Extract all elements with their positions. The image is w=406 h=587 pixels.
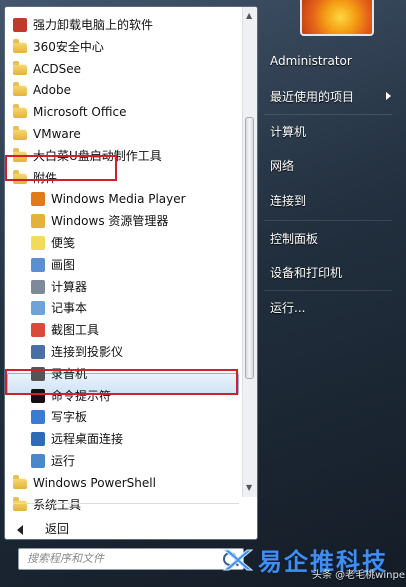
search-placeholder: 搜索程序和文件	[27, 552, 104, 565]
program-label: 记事本	[51, 301, 88, 316]
wordpad-icon	[31, 410, 45, 425]
program-item[interactable]: 运行	[5, 450, 241, 472]
program-item[interactable]: 连接到投影仪	[5, 341, 241, 363]
recent-items-link[interactable]: 最近使用的项目	[270, 88, 354, 105]
projector-icon	[31, 345, 45, 359]
program-label: 计算器	[51, 279, 88, 294]
folder-icon	[13, 60, 27, 75]
folder-icon	[13, 496, 27, 511]
program-label: Windows Media Player	[51, 192, 186, 207]
sticky-notes-icon	[31, 236, 45, 250]
program-label: VMware	[33, 127, 81, 141]
watermark: 易企推科技 头条 @老毛桃winpe	[222, 540, 406, 587]
program-label: 截图工具	[51, 323, 100, 338]
back-arrow-icon	[17, 524, 23, 535]
accessories-highlight-box	[5, 155, 117, 181]
program-label: 运行	[51, 454, 76, 468]
run-link[interactable]: 运行...	[270, 299, 305, 316]
scroll-down-arrow-icon[interactable]: ▼	[246, 483, 252, 493]
program-item[interactable]: VMware	[5, 123, 241, 145]
scroll-thumb[interactable]	[245, 117, 254, 379]
program-label: 强力卸载电脑上的软件	[33, 18, 154, 32]
paint-icon	[31, 257, 45, 272]
brand-logo-icon	[222, 549, 254, 571]
program-item[interactable]: Adobe	[5, 79, 241, 101]
program-item[interactable]: 计算器	[5, 276, 241, 298]
program-label: ACDSee	[33, 61, 81, 76]
search-input[interactable]: 搜索程序和文件	[18, 548, 244, 570]
back-button[interactable]: 返回	[17, 519, 69, 539]
run-icon	[31, 454, 45, 468]
right-divider	[264, 114, 392, 115]
program-label: Adobe	[33, 83, 71, 98]
uninstaller-icon	[13, 18, 27, 32]
connect-to-link[interactable]: 连接到	[270, 192, 306, 209]
devices-printers-link[interactable]: 设备和打印机	[270, 264, 342, 281]
notepad-icon	[31, 301, 45, 316]
command-prompt-highlight-box	[5, 369, 238, 395]
back-label: 返回	[45, 522, 70, 536]
program-item[interactable]: 强力卸载电脑上的软件	[5, 14, 241, 36]
folder-icon	[13, 126, 27, 140]
folder-icon	[13, 38, 27, 53]
snipping-tool-icon	[31, 323, 45, 338]
program-item[interactable]: 系统工具	[5, 494, 241, 516]
program-item[interactable]: 截图工具	[5, 319, 241, 341]
program-item[interactable]: Windows Media Player	[5, 188, 241, 210]
program-label: Microsoft Office	[33, 105, 127, 120]
program-label: Windows 资源管理器	[51, 214, 169, 229]
program-label: 远程桌面连接	[51, 432, 124, 447]
program-item[interactable]: 远程桌面连接	[5, 428, 241, 450]
folder-icon	[13, 474, 27, 489]
programs-pane: 强力卸载电脑上的软件 360安全中心 ACDSee Adobe Microsoft Of…	[4, 6, 258, 540]
user-avatar[interactable]	[300, 0, 374, 36]
user-name-link[interactable]: Administrator	[270, 54, 352, 68]
scroll-up-arrow-icon[interactable]: ▲	[246, 11, 252, 21]
submenu-arrow-icon	[386, 92, 391, 100]
right-divider	[264, 290, 392, 291]
folder-icon	[13, 104, 27, 119]
program-item[interactable]: 360安全中心	[5, 36, 241, 58]
calculator-icon	[31, 279, 45, 294]
watermark-sub: 头条 @老毛桃winpe	[312, 570, 405, 581]
program-label: 便笺	[51, 236, 76, 250]
right-divider	[264, 220, 392, 221]
programs-scrollbar[interactable]: ▲ ▼	[242, 7, 257, 497]
program-label: 连接到投影仪	[51, 345, 124, 359]
program-item[interactable]: 画图	[5, 254, 241, 276]
program-item[interactable]: ACDSee	[5, 58, 241, 80]
control-panel-link[interactable]: 控制面板	[270, 230, 318, 247]
program-item[interactable]: 写字板	[5, 406, 241, 428]
program-label: 写字板	[51, 410, 88, 425]
media-player-icon	[31, 192, 45, 207]
computer-link[interactable]: 计算机	[270, 123, 306, 140]
list-divider	[13, 503, 239, 504]
folder-icon	[13, 82, 27, 97]
program-item[interactable]: Microsoft Office	[5, 101, 241, 123]
program-item[interactable]: Windows PowerShell	[5, 472, 241, 494]
program-label: Windows PowerShell	[33, 475, 156, 490]
start-menu: 强力卸载电脑上的软件 360安全中心 ACDSee Adobe Microsoft Of…	[0, 0, 406, 587]
program-item[interactable]: 便笺	[5, 232, 241, 254]
program-label: 画图	[51, 257, 76, 272]
network-link[interactable]: 网络	[270, 157, 294, 174]
program-label: 系统工具	[33, 497, 82, 512]
remote-desktop-icon	[31, 432, 45, 447]
program-item[interactable]: 记事本	[5, 297, 241, 319]
explorer-icon	[31, 214, 45, 229]
program-item[interactable]: Windows 资源管理器	[5, 210, 241, 232]
program-label: 360安全中心	[33, 39, 104, 54]
